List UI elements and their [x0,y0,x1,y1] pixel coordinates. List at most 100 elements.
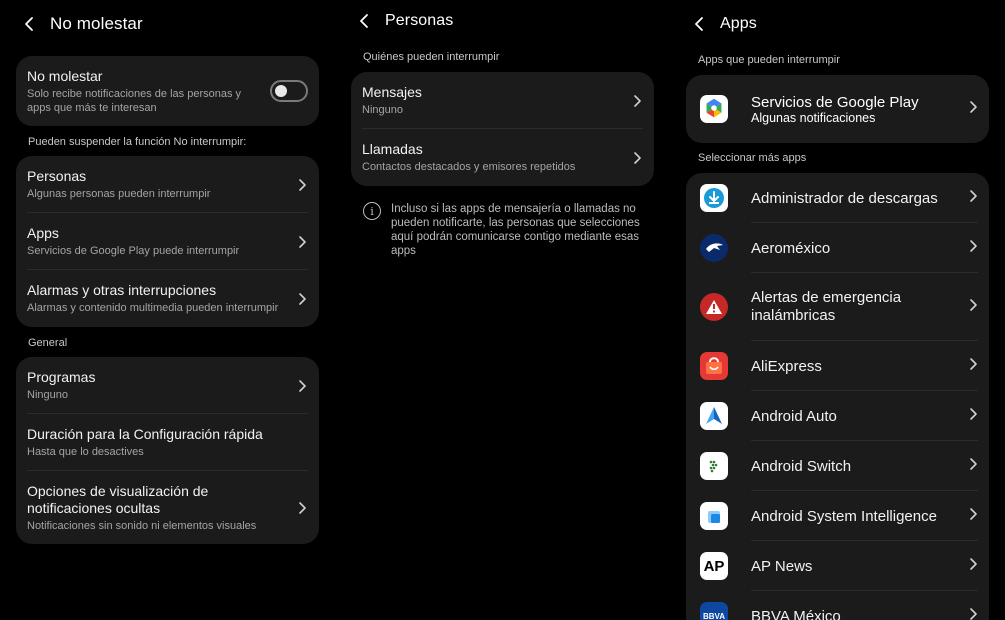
row-mensajes[interactable]: Mensajes Ninguno [351,72,654,129]
chevron-right-icon [969,100,978,119]
app-name: Aeroméxico [751,239,831,257]
row-alarmas[interactable]: Alarmas y otras interrupciones Alarmas y… [16,270,319,327]
info-icon: i [363,202,381,220]
app-name: BBVA México [751,607,841,620]
row-subtitle: Alarmas y contenido multimedia pueden in… [27,302,279,314]
row-app-download-manager[interactable]: Administrador de descargas [686,173,989,223]
android-switch-icon [700,452,728,480]
chevron-right-icon [298,379,308,393]
dnd-toggle-subtitle: Solo recibe notificaciones de las person… [27,87,242,114]
back-arrow-icon[interactable] [357,14,371,28]
page-title: Apps [720,15,757,32]
row-title: Personas [27,168,87,184]
app-name: Alertas de emergencia inalámbricas [751,289,902,324]
chevron-right-icon [969,607,978,620]
chevron-right-icon [969,507,978,526]
back-arrow-icon[interactable] [692,17,706,31]
aliexpress-icon [700,352,728,380]
ap-news-icon: AP [700,552,728,580]
row-subtitle: Ninguno [362,104,403,116]
row-subtitle: Servicios de Google Play puede interrump… [27,245,240,257]
chevron-right-icon [969,239,978,258]
chevron-right-icon [969,407,978,426]
info-text: Incluso si las apps de mensajería o llam… [391,203,640,257]
section-quienes-label: Quiénes pueden interrumpir [363,51,500,63]
bbva-icon: BBVA [700,602,728,620]
row-title: Programas [27,369,96,385]
app-name: AP News [751,557,813,575]
app-name: Android Auto [751,407,837,425]
header: Apps [686,0,989,48]
row-title: Opciones de visualización de notificacio… [27,482,209,516]
general-card: Programas Ninguno Duración para la Confi… [16,357,319,544]
row-subtitle: Algunas notificaciones [751,110,876,125]
android-auto-icon [700,402,728,430]
page-title: No molestar [50,14,143,33]
row-subtitle: Hasta que lo desactives [27,446,144,458]
chevron-right-icon [633,151,643,165]
row-app-aeromexico[interactable]: Aeroméxico [686,223,989,273]
suspend-card: Personas Algunas personas pueden interru… [16,156,319,327]
row-apps[interactable]: Apps Servicios de Google Play puede inte… [16,213,319,270]
row-opciones-visualizacion[interactable]: Opciones de visualización de notificacio… [16,471,319,544]
row-title: Llamadas [362,141,423,157]
emergency-alert-icon [700,293,728,321]
panel-apps: Apps Apps que pueden interrumpir Servici… [686,0,989,620]
chevron-right-icon [298,292,308,306]
app-name: AliExpress [751,357,822,375]
chevron-right-icon [298,178,308,192]
dnd-toggle-title: No molestar [27,67,103,84]
row-duracion[interactable]: Duración para la Configuración rápida Ha… [16,414,319,471]
chevron-right-icon [969,189,978,208]
chevron-right-icon [969,298,978,317]
row-app-android-auto[interactable]: Android Auto [686,391,989,441]
personas-card: Mensajes Ninguno Llamadas Contactos dest… [351,72,654,186]
row-subtitle: Ninguno [27,389,68,401]
row-subtitle: Notificaciones sin sonido ni elementos v… [27,519,257,532]
row-title: Alarmas y otras interrupciones [27,282,217,298]
app-name: Android Switch [751,457,852,475]
more-apps-card: Administrador de descargas Aeroméxico Al… [686,173,989,620]
row-llamadas[interactable]: Llamadas Contactos destacados y emisores… [351,129,654,186]
row-title: Apps [27,225,59,241]
chevron-right-icon [969,357,978,376]
dnd-toggle-row[interactable]: No molestar Solo recibe notificaciones d… [16,56,319,126]
android-system-intelligence-icon [700,502,728,530]
chevron-right-icon [969,457,978,476]
row-title: Mensajes [362,84,422,100]
chevron-right-icon [298,235,308,249]
section-more-label: Seleccionar más apps [698,152,807,164]
section-suspend-label: Pueden suspender la función No interrump… [28,136,247,148]
row-app-bbva[interactable]: BBVA BBVA México [686,591,989,620]
section-general-label: General [28,337,68,349]
row-personas[interactable]: Personas Algunas personas pueden interru… [16,156,319,213]
section-allowed-label: Apps que pueden interrumpir [698,54,840,66]
panel-personas: Personas Quiénes pueden interrumpir Mens… [351,0,654,620]
app-name: Administrador de descargas [751,189,938,207]
page-title: Personas [385,12,454,29]
row-app-android-system-intelligence[interactable]: Android System Intelligence [686,491,989,541]
row-app-android-switch[interactable]: Android Switch [686,441,989,491]
download-manager-icon [700,184,728,212]
row-programas[interactable]: Programas Ninguno [16,357,319,414]
panel-no-molestar: No molestar No molestar Solo recibe noti… [16,0,319,620]
dnd-switch[interactable] [270,80,308,102]
row-app-emergency-alerts[interactable]: Alertas de emergencia inalámbricas [686,273,989,341]
row-app-aliexpress[interactable]: AliExpress [686,341,989,391]
row-subtitle: Algunas personas pueden interrumpir [27,188,211,200]
app-name: Android System Intelligence [751,507,937,525]
row-app-ap-news[interactable]: AP AP News [686,541,989,591]
chevron-right-icon [298,501,308,515]
aeromexico-icon [700,234,728,262]
dnd-toggle-card: No molestar Solo recibe notificaciones d… [16,56,319,126]
chevron-right-icon [969,557,978,576]
row-title: Servicios de Google Play [751,93,919,111]
header: No molestar [16,0,319,48]
header: Personas [351,0,654,42]
row-google-play-services[interactable]: Servicios de Google Play Algunas notific… [686,75,989,143]
switch-knob [275,85,287,97]
row-title: Duración para la Configuración rápida [27,426,263,442]
back-arrow-icon[interactable] [22,17,36,31]
info-note: i Incluso si las apps de mensajería o ll… [351,186,654,258]
google-play-services-icon [700,95,728,123]
